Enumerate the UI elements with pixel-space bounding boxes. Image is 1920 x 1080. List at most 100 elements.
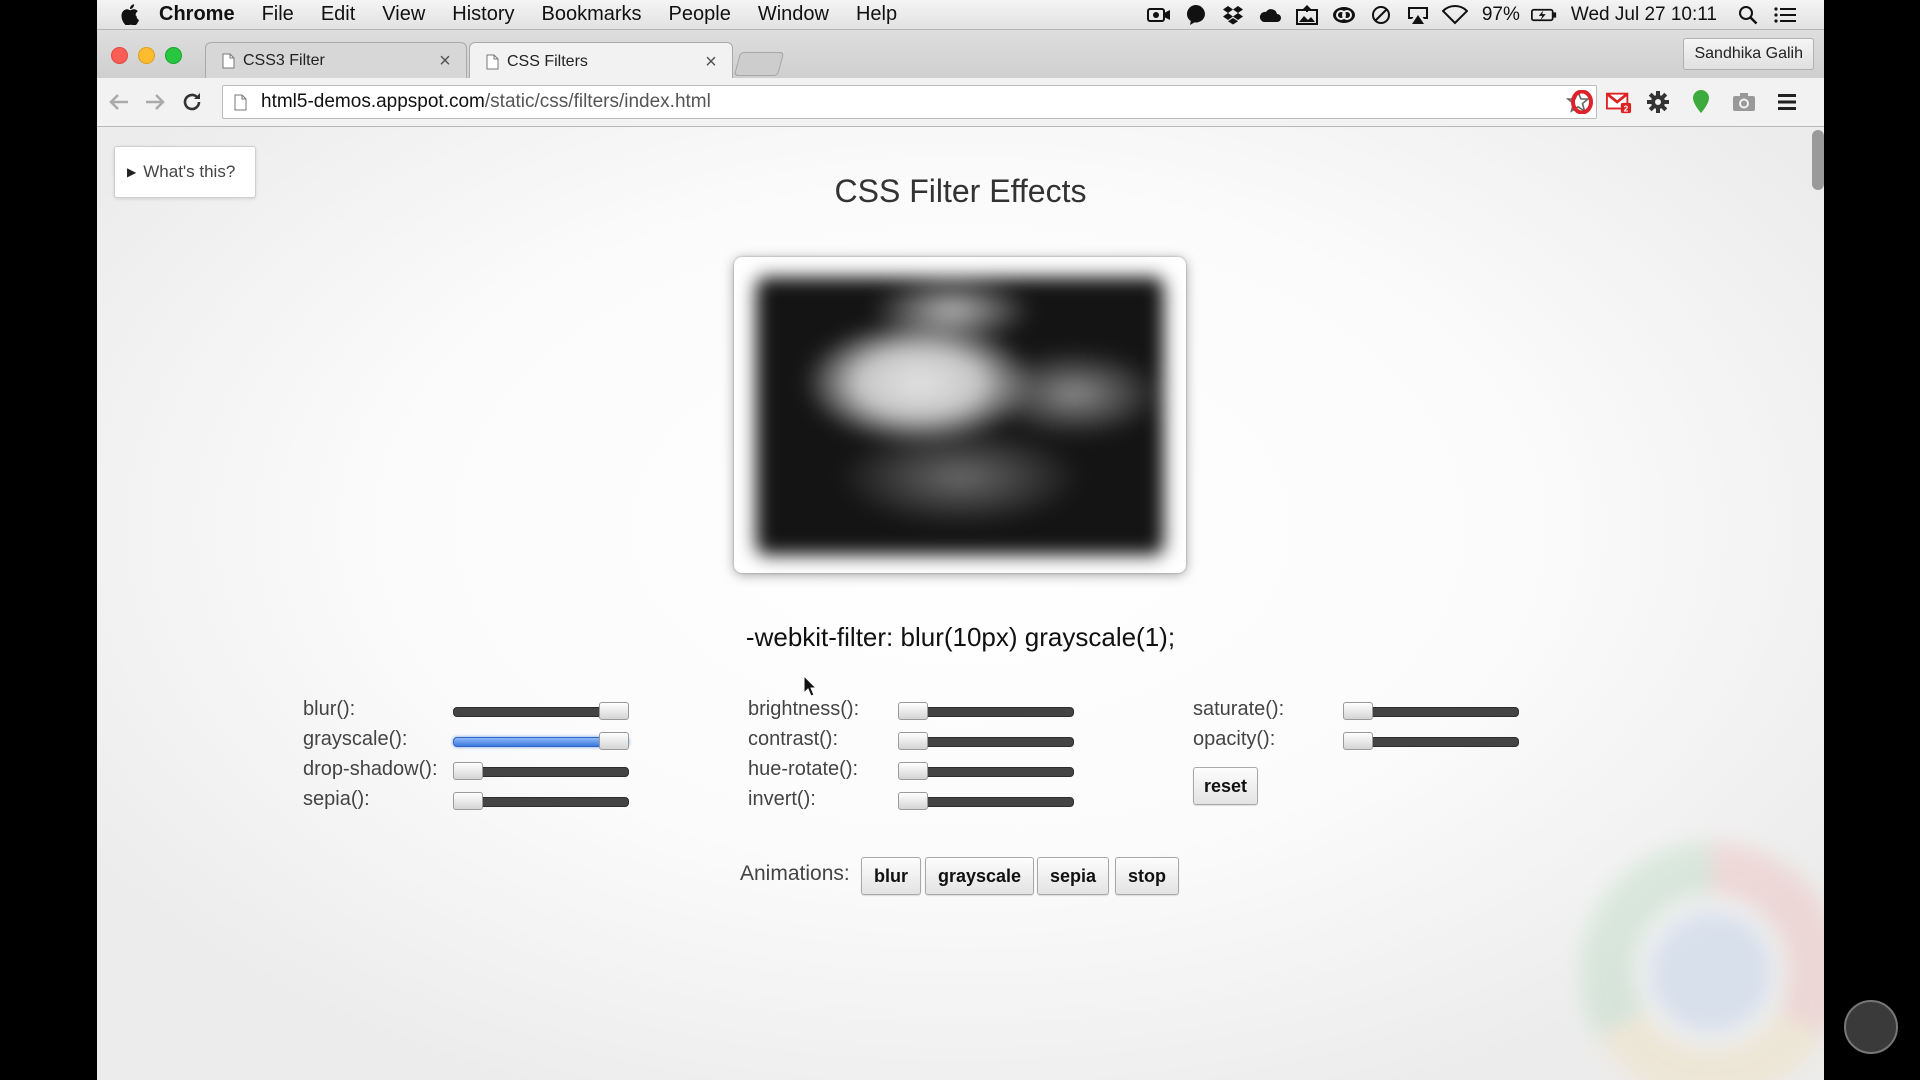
menu-edit[interactable]: Edit <box>321 3 355 26</box>
slider-thumb[interactable] <box>1343 702 1373 720</box>
page-info-icon[interactable] <box>234 94 247 111</box>
menu-bookmarks[interactable]: Bookmarks <box>542 3 642 26</box>
menu-view[interactable]: View <box>382 3 425 26</box>
tab-close-icon[interactable]: × <box>434 50 456 72</box>
menu-window[interactable]: Window <box>758 3 829 26</box>
airplay-icon[interactable] <box>1405 4 1431 26</box>
reset-button[interactable]: reset <box>1193 767 1259 805</box>
browser-toolbar: html5-demos.appspot.com/static/css/filte… <box>97 78 1824 127</box>
address-bar[interactable]: html5-demos.appspot.com/static/css/filte… <box>222 85 1597 119</box>
settings-gear-icon[interactable] <box>1645 89 1671 115</box>
slider-thumb[interactable] <box>453 762 483 780</box>
slider-opacity[interactable] <box>1343 731 1519 753</box>
slider-drop-shadow[interactable] <box>453 761 629 783</box>
forward-arrow-icon[interactable] <box>143 90 167 114</box>
slider-label-sepia: sepia(): <box>303 788 370 810</box>
url-host: html5-demos.appspot.com <box>261 91 485 112</box>
slider-thumb[interactable] <box>599 702 629 720</box>
profile-button[interactable]: Sandhika Galih <box>1683 38 1814 70</box>
document-icon <box>486 54 499 69</box>
do-not-disturb-icon[interactable] <box>1368 4 1394 26</box>
slider-sepia[interactable] <box>453 791 629 813</box>
slider-grayscale[interactable] <box>453 731 629 753</box>
creative-cloud-icon[interactable] <box>1331 4 1357 26</box>
slider-label-drop-shadow: drop-shadow(): <box>303 758 438 780</box>
menu-file[interactable]: File <box>262 3 294 26</box>
page-title: CSS Filter Effects <box>834 173 1087 209</box>
tab-close-icon[interactable]: × <box>700 51 722 73</box>
evernote-location-icon[interactable] <box>1688 89 1714 115</box>
tab-title: CSS Filters <box>507 52 588 70</box>
slider-blur[interactable] <box>453 701 629 723</box>
back-arrow-icon[interactable] <box>107 90 131 114</box>
reload-icon[interactable] <box>180 90 204 114</box>
web-page: ▶ What's this? CSS Filter Effects -webki… <box>97 127 1824 1080</box>
slider-thumb[interactable] <box>898 762 928 780</box>
mac-menu-bar: Chrome File Edit View History Bookmarks … <box>97 0 1824 30</box>
camera-record-icon[interactable] <box>1146 4 1172 26</box>
animation-grayscale-button[interactable]: grayscale <box>925 857 1035 895</box>
spotlight-search-icon[interactable] <box>1735 4 1761 26</box>
notification-center-icon[interactable] <box>1772 4 1798 26</box>
new-tab-button[interactable] <box>733 52 785 76</box>
slider-thumb[interactable] <box>898 732 928 750</box>
slider-thumb[interactable] <box>898 792 928 810</box>
opera-extension-icon[interactable] <box>1569 89 1595 115</box>
animations-label: Animations: <box>740 862 850 885</box>
window-close-button[interactable] <box>111 47 128 64</box>
slider-label-blur: blur(): <box>303 698 356 720</box>
mouse-cursor-icon <box>803 675 817 697</box>
url-path: /static/css/filters/index.html <box>484 91 711 112</box>
slider-hue-rotate[interactable] <box>898 761 1074 783</box>
slider-label-brightness: brightness(): <box>748 698 860 720</box>
animation-stop-button[interactable]: stop <box>1115 857 1179 895</box>
slider-label-hue-rotate: hue-rotate(): <box>748 758 859 780</box>
gmail-checker-icon[interactable]: 2 <box>1606 89 1632 115</box>
wifi-icon[interactable] <box>1441 4 1468 26</box>
slider-label-grayscale: grayscale(): <box>303 728 408 750</box>
menu-people[interactable]: People <box>669 3 731 26</box>
slider-invert[interactable] <box>898 791 1074 813</box>
svg-text:2: 2 <box>1624 103 1629 113</box>
menu-history[interactable]: History <box>452 3 514 26</box>
animation-sepia-button[interactable]: sepia <box>1037 857 1110 895</box>
animation-blur-button[interactable]: blur <box>861 857 921 895</box>
clock[interactable]: Wed Jul 27 10:11 <box>1571 4 1717 26</box>
filter-css-output: -webkit-filter: blur(10px) grayscale(1); <box>745 622 1176 652</box>
tab-strip: CSS3 Filter × CSS Filters × Sandhika Gal… <box>97 30 1824 80</box>
slider-label-opacity: opacity(): <box>1193 728 1276 750</box>
photo-upload-icon[interactable] <box>1294 4 1320 26</box>
tab-css-filters[interactable]: CSS Filters × <box>469 42 733 80</box>
cloud-icon[interactable] <box>1257 4 1283 26</box>
slider-brightness[interactable] <box>898 701 1074 723</box>
slider-thumb[interactable] <box>1343 732 1373 750</box>
slider-thumb[interactable] <box>453 792 483 810</box>
menu-app-chrome[interactable]: Chrome <box>159 3 235 26</box>
document-icon <box>222 53 235 69</box>
slider-contrast[interactable] <box>898 731 1074 753</box>
scrollbar-thumb[interactable] <box>1812 130 1824 190</box>
battery-charging-icon[interactable] <box>1530 4 1557 26</box>
slider-thumb[interactable] <box>898 702 928 720</box>
slider-label-invert: invert(): <box>748 788 816 810</box>
slider-label-contrast: contrast(): <box>748 728 839 750</box>
battery-percent: 97% <box>1481 3 1520 25</box>
tab-css3-filter[interactable]: CSS3 Filter × <box>205 42 467 79</box>
chrome-menu-icon[interactable] <box>1774 89 1800 115</box>
window-minimize-button[interactable] <box>138 47 155 64</box>
chrome-logo-watermark <box>1581 842 1824 1080</box>
slider-thumb[interactable] <box>599 732 629 750</box>
slider-label-saturate: saturate(): <box>1193 698 1285 720</box>
status-tray: 97% Wed Jul 27 10:11 <box>1135 0 1798 29</box>
dropbox-icon[interactable] <box>1220 4 1246 26</box>
menu-help[interactable]: Help <box>856 3 897 26</box>
window-maximize-button[interactable] <box>165 47 182 64</box>
screenshot-camera-icon[interactable] <box>1731 89 1757 115</box>
screen: Chrome File Edit View History Bookmarks … <box>97 0 1824 1080</box>
tab-title: CSS3 Filter <box>243 52 325 69</box>
filtered-image-frame <box>734 257 1186 573</box>
apple-icon[interactable] <box>119 4 141 26</box>
filtered-photo <box>756 277 1164 555</box>
slider-saturate[interactable] <box>1343 701 1519 723</box>
chat-bubble-icon[interactable] <box>1183 4 1209 26</box>
